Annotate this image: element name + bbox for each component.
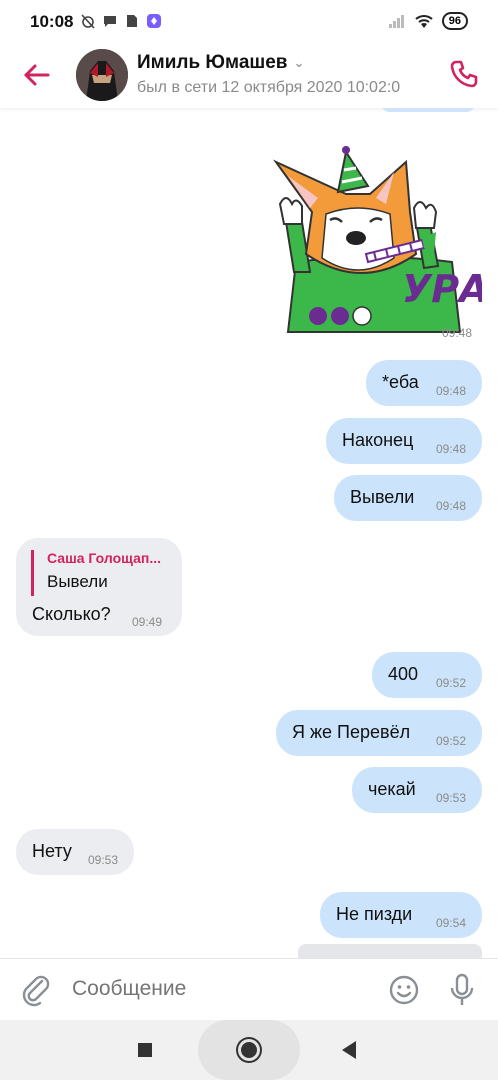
microphone-icon[interactable] [448,973,476,1007]
status-time: 10:08 [30,12,74,31]
avatar[interactable] [76,49,128,101]
reply-quote-author: Саша Голощап... [47,550,162,566]
message-bubble-outgoing[interactable]: 400 09:52 [372,652,482,698]
status-bar: 10:08 96 [0,0,498,44]
message-text: Наконец [342,430,414,450]
message-bubble-outgoing[interactable]: *еба 09:48 [366,360,482,406]
message-time: 09:54 [435,916,466,930]
next-message-fragment [298,944,482,958]
previous-message-fragment [380,108,476,112]
message-text: Я же Перевёл [292,722,411,742]
home-button-icon[interactable] [238,1039,260,1061]
alarm-off-icon [81,14,95,29]
reply-quote-text: Вывели [47,572,108,591]
contact-name-text: Имиль Юмашев [137,52,288,73]
signal-icon [388,15,404,28]
app-icon [147,14,161,28]
message-time: 09:48 [435,442,466,456]
message-bubble-outgoing[interactable]: Вывели 09:48 [334,475,482,521]
message-bubble-outgoing[interactable]: Не пизди 09:54 [320,892,482,938]
system-navigation-bar [0,1020,498,1080]
message-time: 09:52 [435,734,466,748]
reply-quote[interactable]: Саша Голощап... Вывели [31,550,161,596]
book-icon [127,15,137,27]
message-time: 09:48 [435,384,466,398]
recents-button-icon[interactable] [138,1043,152,1057]
corgi-party-sticker[interactable]: УРА! [266,142,482,342]
message-text: чекай [368,779,416,799]
message-time: 09:52 [435,676,466,690]
chat-icon [104,16,116,27]
message-text: Нету [32,841,72,861]
message-input[interactable] [72,977,372,1001]
back-button-icon[interactable] [342,1041,356,1059]
chat-header: Имиль Юмашев ⌄ был в сети 12 октября 2020… [0,44,498,108]
last-seen-status: был в сети 12 октября 2020 10:02:0 [137,79,401,96]
message-time: 09:53 [87,853,118,867]
message-text: Не пизди [336,904,413,924]
message-text: *еба [382,372,419,392]
message-bubble-incoming-reply[interactable]: Саша Голощап... Вывели Сколько? 09:49 [16,538,182,636]
sticker-caption: УРА! [402,267,482,311]
message-bubble-incoming[interactable]: Нету 09:53 [16,829,134,875]
paperclip-icon[interactable] [20,973,52,1007]
wifi-icon [415,15,433,28]
message-bubble-outgoing[interactable]: чекай 09:53 [352,767,482,813]
back-arrow-icon[interactable] [20,58,54,92]
message-text: 400 [388,664,419,684]
message-time: 09:53 [435,791,466,805]
system-icons: 96 [388,12,468,30]
message-list[interactable]: УРА! 09:48 *еба 09:48 Наконец 09:48 Выве… [0,108,498,958]
message-time: 09:48 [435,499,466,513]
message-time: 09:49 [132,615,163,629]
message-text: Вывели [350,487,415,507]
contact-name[interactable]: Имиль Юмашев ⌄ [137,52,304,74]
message-text: Сколько? [32,604,111,624]
message-bubble-outgoing[interactable]: Наконец 09:48 [326,418,482,464]
phone-call-icon[interactable] [448,58,480,90]
battery-indicator: 96 [441,12,468,30]
sticker-timestamp: 09:48 [442,326,473,340]
chevron-down-icon[interactable]: ⌄ [293,55,304,71]
message-bubble-outgoing[interactable]: Я же Перевёл 09:52 [276,710,482,756]
emoji-icon[interactable] [388,974,420,1006]
notification-icons [80,13,162,29]
message-composer [0,958,498,1021]
